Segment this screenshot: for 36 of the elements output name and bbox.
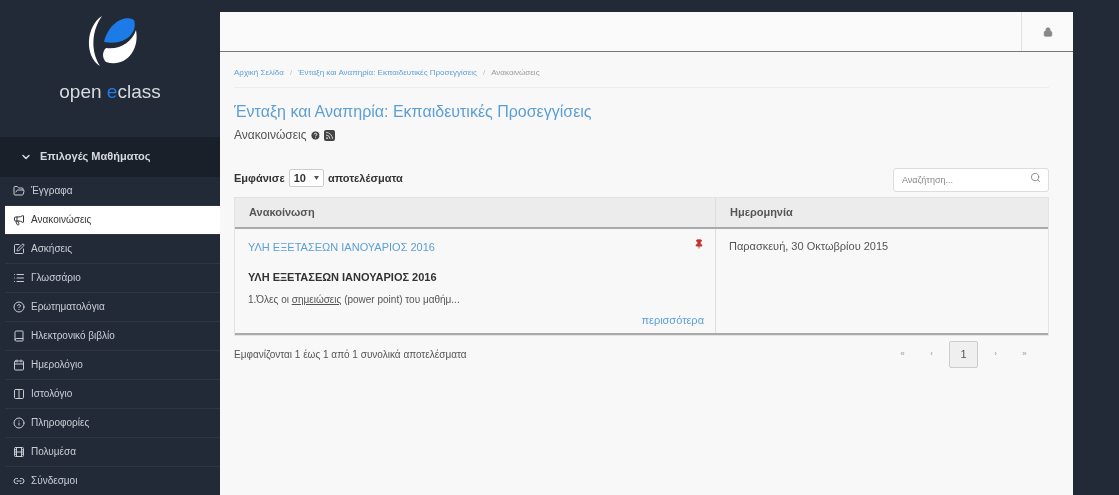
calendar-icon (13, 358, 25, 371)
pagination-button[interactable]: 1 (949, 340, 978, 368)
breadcrumb-separator: / (482, 67, 486, 79)
breadcrumb-current: Ανακοινώσεις (491, 67, 540, 79)
page-size-select[interactable]: 10 (288, 169, 324, 187)
film-icon (13, 445, 25, 458)
lock-icon (1042, 26, 1053, 37)
edit-icon (13, 242, 25, 255)
show-label: Εμφάνισε (234, 170, 285, 186)
pin-icon[interactable] (694, 239, 704, 249)
caret-icon (313, 176, 319, 180)
help-icon (13, 300, 25, 313)
info-icon (13, 416, 25, 429)
sidebar-item[interactable]: Ανακοινώσεις (5, 205, 222, 235)
columns-icon (13, 387, 25, 400)
rss-icon[interactable] (323, 129, 335, 141)
folder-icon (13, 184, 25, 197)
section-title: Ανακοινώσεις (234, 127, 307, 144)
search-field[interactable]: Αναζήτηση... (893, 168, 1049, 192)
sidebar-section-header[interactable]: Επιλογές Μαθήματος (0, 136, 220, 177)
column-header: Ανακοίνωση (235, 198, 716, 227)
search-icon (1030, 172, 1041, 183)
course-title: Ένταξη και Αναπηρία: Εκπαιδευτικές Προσεγγίσεις (234, 102, 593, 122)
date-cell-text: Παρασκευή, 30 Οκτωβρίου 2015 (728, 239, 890, 254)
results-info: Εμφανίζονται 1 έως 1 από 1 συνολικά αποτελέσματα (234, 347, 467, 362)
notes-link[interactable]: σημειώσεις (291, 294, 342, 305)
megaphone-icon (13, 213, 25, 226)
logo-text: open eclass (59, 80, 161, 104)
list-icon (13, 271, 25, 284)
breadcrumb-separator: / (289, 67, 293, 79)
help-icon[interactable] (309, 129, 321, 141)
announcement-excerpt: 1.Όλες οι σημειώσεις (power point) του μαθήμ... (248, 293, 461, 307)
book-icon (13, 329, 25, 342)
column-header: Ημερομηνία (729, 205, 794, 221)
results-label: αποτελέσματα (327, 170, 403, 186)
announcement-heading: ΥΛΗ ΕΞΕΤΑΣΕΩΝ ΙΑΝΟΥΑΡΙΟΣ 2016 (248, 269, 438, 285)
